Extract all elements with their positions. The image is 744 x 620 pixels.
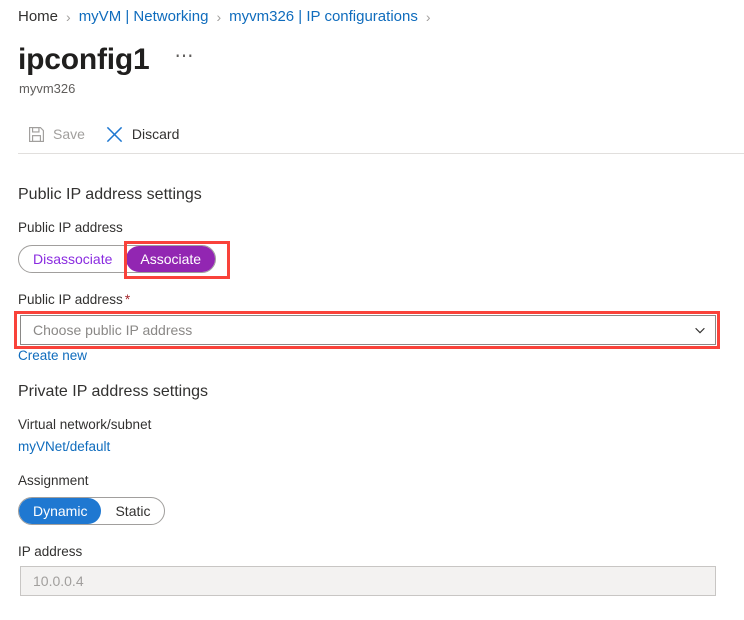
save-button-label: Save <box>53 126 85 142</box>
breadcrumb-separator-icon: › <box>426 7 431 27</box>
ip-address-value: 10.0.0.4 <box>33 573 84 589</box>
public-ip-dropdown[interactable]: Choose public IP address <box>20 315 716 345</box>
breadcrumb-item-myvm-networking[interactable]: myVM | Networking <box>79 7 209 27</box>
public-ip-field-label-text: Public IP address <box>18 292 123 307</box>
public-ip-dropdown-value: Choose public IP address <box>33 321 693 339</box>
ip-address-label: IP address <box>18 543 82 561</box>
assignment-label: Assignment <box>18 472 89 490</box>
virtual-network-subnet-label: Virtual network/subnet <box>18 416 151 434</box>
public-ip-toggle-label: Public IP address <box>18 219 123 237</box>
create-new-public-ip-link[interactable]: Create new <box>18 347 87 365</box>
more-options-button[interactable]: ⋯ <box>170 46 201 74</box>
ip-address-input: 10.0.0.4 <box>20 566 716 596</box>
page-subtitle: myvm326 <box>19 80 75 98</box>
breadcrumb-separator-icon: › <box>66 7 71 27</box>
public-ip-association-toggle[interactable]: Disassociate Associate <box>18 245 216 273</box>
public-ip-field-label: Public IP address* <box>18 291 130 309</box>
breadcrumb-separator-icon: › <box>216 7 221 27</box>
page-title-row: ipconfig1 ⋯ <box>18 42 200 78</box>
breadcrumb: Home › myVM | Networking › myvm326 | IP … <box>18 7 439 27</box>
assignment-toggle[interactable]: Dynamic Static <box>18 497 165 525</box>
breadcrumb-item-home[interactable]: Home <box>18 7 58 27</box>
close-x-icon <box>105 125 124 144</box>
virtual-network-subnet-link[interactable]: myVNet/default <box>18 438 110 456</box>
required-asterisk: * <box>125 292 130 307</box>
breadcrumb-item-myvm326-ip-configurations[interactable]: myvm326 | IP configurations <box>229 7 418 27</box>
discard-button-label: Discard <box>132 126 179 142</box>
private-ip-settings-heading: Private IP address settings <box>18 381 208 403</box>
save-button[interactable]: Save <box>18 118 95 150</box>
chevron-down-icon[interactable] <box>693 323 707 337</box>
save-floppy-icon <box>28 126 45 143</box>
command-bar: Save Discard <box>18 118 189 150</box>
page-title: ipconfig1 <box>18 42 150 78</box>
toggle-option-static[interactable]: Static <box>101 498 164 524</box>
toggle-option-disassociate[interactable]: Disassociate <box>19 246 126 272</box>
toolbar-divider <box>18 153 744 154</box>
discard-button[interactable]: Discard <box>95 118 189 150</box>
public-ip-settings-heading: Public IP address settings <box>18 184 202 206</box>
toggle-option-associate[interactable]: Associate <box>126 246 215 272</box>
toggle-option-dynamic[interactable]: Dynamic <box>19 498 101 524</box>
